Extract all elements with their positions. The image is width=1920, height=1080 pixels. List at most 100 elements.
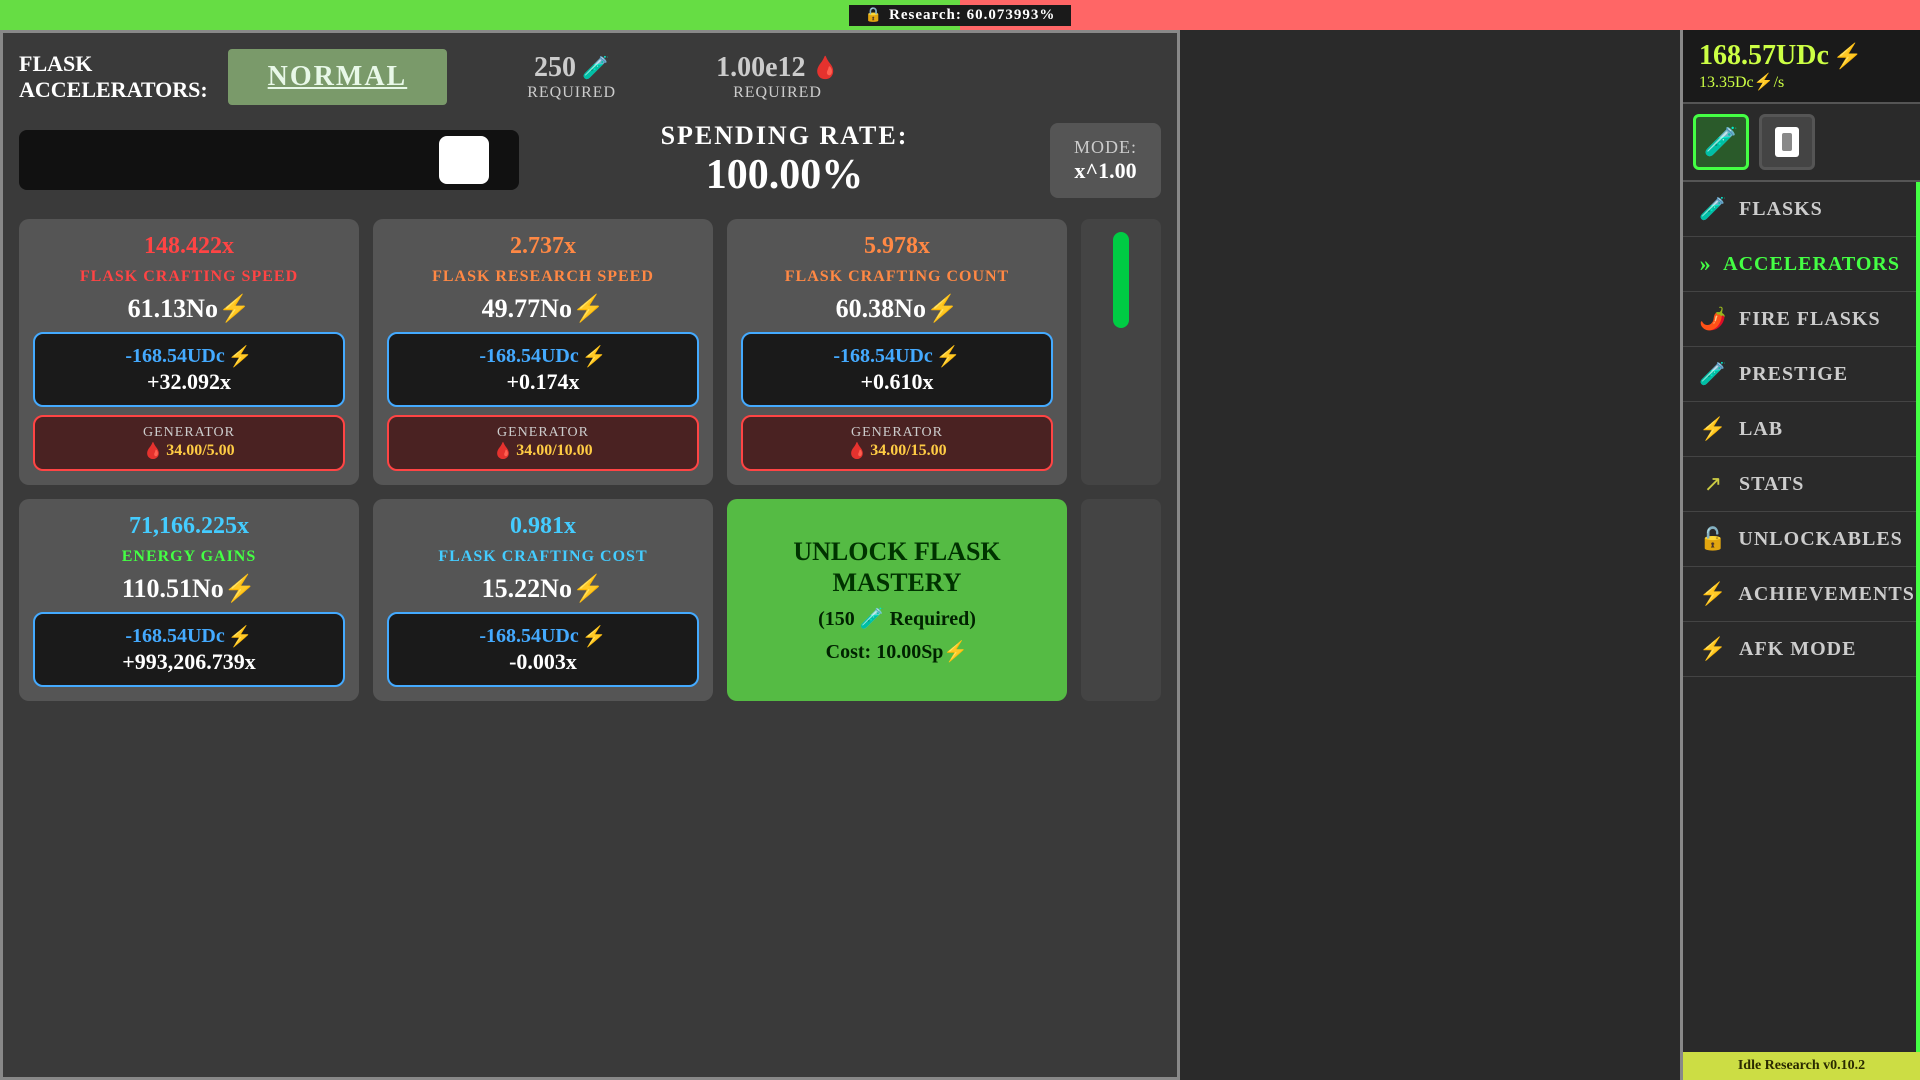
card-flask-crafting-speed[interactable]: 148.422x Flask Crafting Speed 61.13No⚡ -… xyxy=(19,219,359,485)
card-name-4: Energy Gains xyxy=(33,548,345,566)
normal-button[interactable]: Normal xyxy=(228,49,448,105)
scrollbar-row2[interactable] xyxy=(1081,499,1161,701)
generator-box-2[interactable]: Generator 🩸34.00/10.00 xyxy=(387,415,699,471)
req1-label: Required xyxy=(527,84,616,102)
req1-value: 250 🧪 xyxy=(534,52,609,84)
achievements-label: Achievements xyxy=(1738,583,1914,606)
tab-flask-icon[interactable]: 🧪 xyxy=(1693,114,1749,170)
card-flask-crafting-cost[interactable]: 0.981x Flask Crafting Cost 15.22No⚡ -168… xyxy=(373,499,713,701)
research-label: 🔒 Research: 60.073993% xyxy=(849,5,1072,26)
card-flask-research-speed[interactable]: 2.737x Flask Research Speed 49.77No⚡ -16… xyxy=(373,219,713,485)
header-row: Flask Accelerators: Normal 250 🧪 Require… xyxy=(19,49,1161,105)
cost-mult-5: -0.003x xyxy=(399,649,687,675)
generator-value-2: 🩸34.00/10.00 xyxy=(397,441,689,461)
scrollbar[interactable] xyxy=(1081,219,1161,485)
generator-value-1: 🩸34.00/5.00 xyxy=(43,441,335,461)
sidebar-item-accelerators[interactable]: » Accelerators xyxy=(1683,237,1916,292)
generator-label-2: Generator xyxy=(397,425,689,441)
top-bar: 🔒 Research: 60.073993% xyxy=(0,0,1920,30)
right-sidebar: 168.57UDc ⚡ 13.35Dc⚡/s 🧪 🧪 Flasks » Acce… xyxy=(1680,30,1920,1080)
sidebar-item-unlockables[interactable]: 🔓 Unlockables xyxy=(1683,512,1916,567)
sidebar-item-stats[interactable]: ↗ Stats xyxy=(1683,457,1916,512)
flasks-label: Flasks xyxy=(1739,198,1823,221)
spending-rate-value: 100.00% xyxy=(539,151,1030,199)
udc-value: 168.57UDc ⚡ xyxy=(1699,40,1904,72)
spending-rate-box: Spending Rate: 100.00% xyxy=(539,121,1030,199)
flasks-icon: 🧪 xyxy=(1699,196,1727,222)
cost-udc-4: -168.54UDc⚡ xyxy=(45,624,333,649)
cost-mult-3: +0.610x xyxy=(753,369,1041,395)
udc-rate: 13.35Dc⚡/s xyxy=(1699,72,1904,92)
cost-udc-3: -168.54UDc⚡ xyxy=(753,344,1041,369)
card-multiplier-1: 148.422x xyxy=(33,233,345,260)
nav-items: 🧪 Flasks » Accelerators 🌶️ Fire Flasks 🧪… xyxy=(1683,182,1920,1052)
udc-bolt-icon: ⚡ xyxy=(1833,42,1863,71)
udc-display: 168.57UDc ⚡ 13.35Dc⚡/s xyxy=(1683,30,1920,104)
sidebar-item-afk-mode[interactable]: ⚡ AFK Mode xyxy=(1683,622,1916,677)
card-multiplier-2: 2.737x xyxy=(387,233,699,260)
flask-icon-req1: 🧪 xyxy=(582,55,609,81)
cost-box-2[interactable]: -168.54UDc⚡ +0.174x xyxy=(387,332,699,407)
sidebar-item-lab[interactable]: ⚡ Lab xyxy=(1683,402,1916,457)
generator-box-3[interactable]: Generator 🩸34.00/15.00 xyxy=(741,415,1053,471)
drop-icon-req2: 🩸 xyxy=(812,55,839,81)
sidebar-item-flasks[interactable]: 🧪 Flasks xyxy=(1683,182,1916,237)
card-energy-5: 15.22No⚡ xyxy=(387,574,699,604)
slider-thumb[interactable] xyxy=(439,136,489,184)
cost-udc-5: -168.54UDc⚡ xyxy=(399,624,687,649)
stats-icon: ↗ xyxy=(1699,471,1727,497)
tab-secondary-icon[interactable] xyxy=(1759,114,1815,170)
cost-box-4[interactable]: -168.54UDc⚡ +993,206.739x xyxy=(33,612,345,687)
cost-udc-1: -168.54UDc⚡ xyxy=(45,344,333,369)
afk-mode-label: AFK Mode xyxy=(1739,638,1856,661)
cost-mult-2: +0.174x xyxy=(399,369,687,395)
research-text: Research: 60.073993% xyxy=(889,7,1055,24)
fire-flasks-label: Fire Flasks xyxy=(1739,308,1881,331)
lab-label: Lab xyxy=(1739,418,1783,441)
lab-icon: ⚡ xyxy=(1699,416,1727,442)
cost-box-1[interactable]: -168.54UDc⚡ +32.092x xyxy=(33,332,345,407)
sidebar-item-achievements[interactable]: ⚡ Achievements xyxy=(1683,567,1916,622)
slider-container[interactable] xyxy=(19,130,519,190)
fire-flasks-icon: 🌶️ xyxy=(1699,306,1727,332)
mode-box: Mode: x^1.00 xyxy=(1050,123,1161,198)
card-name-1: Flask Crafting Speed xyxy=(33,268,345,286)
cost-udc-2: -168.54UDc⚡ xyxy=(399,344,687,369)
card-energy-4: 110.51No⚡ xyxy=(33,574,345,604)
spending-area: Spending Rate: 100.00% Mode: x^1.00 xyxy=(19,121,1161,199)
sidebar-item-fire-flasks[interactable]: 🌶️ Fire Flasks xyxy=(1683,292,1916,347)
icon-tabs: 🧪 xyxy=(1683,104,1920,182)
stats-label: Stats xyxy=(1739,473,1804,496)
version-label: Idle Research v0.10.2 xyxy=(1683,1052,1920,1080)
sidebar-item-prestige[interactable]: 🧪 Prestige xyxy=(1683,347,1916,402)
card-flask-crafting-count[interactable]: 5.978x Flask Crafting Count 60.38No⚡ -16… xyxy=(727,219,1067,485)
generator-box-1[interactable]: Generator 🩸34.00/5.00 xyxy=(33,415,345,471)
lock-icon: 🔒 xyxy=(865,7,883,24)
prestige-icon: 🧪 xyxy=(1699,361,1727,387)
mode-label: Mode: xyxy=(1074,137,1137,158)
card-name-2: Flask Research Speed xyxy=(387,268,699,286)
accelerators-icon: » xyxy=(1699,251,1711,277)
card-name-5: Flask Crafting Cost xyxy=(387,548,699,566)
mode-value: x^1.00 xyxy=(1074,158,1137,184)
spending-rate-title: Spending Rate: xyxy=(539,121,1030,151)
req2-container: 1.00e12 🩸 Required xyxy=(716,52,839,102)
afk-mode-icon: ⚡ xyxy=(1699,636,1727,662)
cost-box-5[interactable]: -168.54UDc⚡ -0.003x xyxy=(387,612,699,687)
card-multiplier-4: 71,166.225x xyxy=(33,513,345,540)
card-multiplier-3: 5.978x xyxy=(741,233,1053,260)
prestige-label: Prestige xyxy=(1739,363,1848,386)
card-energy-1: 61.13No⚡ xyxy=(33,294,345,324)
accelerators-label: Accelerators xyxy=(1723,253,1900,276)
generator-label-3: Generator xyxy=(751,425,1043,441)
unlock-cost: Cost: 10.00Sp⚡ xyxy=(826,639,969,664)
card-energy-gains[interactable]: 71,166.225x Energy Gains 110.51No⚡ -168.… xyxy=(19,499,359,701)
unlock-flask-mastery-card[interactable]: Unlock FlaskMastery (150 🧪 Required) Cos… xyxy=(727,499,1067,701)
flask-accelerators-label: Flask Accelerators: xyxy=(19,51,208,104)
generator-value-3: 🩸34.00/15.00 xyxy=(751,441,1043,461)
cards-grid: 148.422x Flask Crafting Speed 61.13No⚡ -… xyxy=(19,219,1161,701)
unlock-title: Unlock FlaskMastery xyxy=(793,536,1000,598)
cost-box-3[interactable]: -168.54UDc⚡ +0.610x xyxy=(741,332,1053,407)
card-multiplier-5: 0.981x xyxy=(387,513,699,540)
req1-container: 250 🧪 Required xyxy=(527,52,616,102)
